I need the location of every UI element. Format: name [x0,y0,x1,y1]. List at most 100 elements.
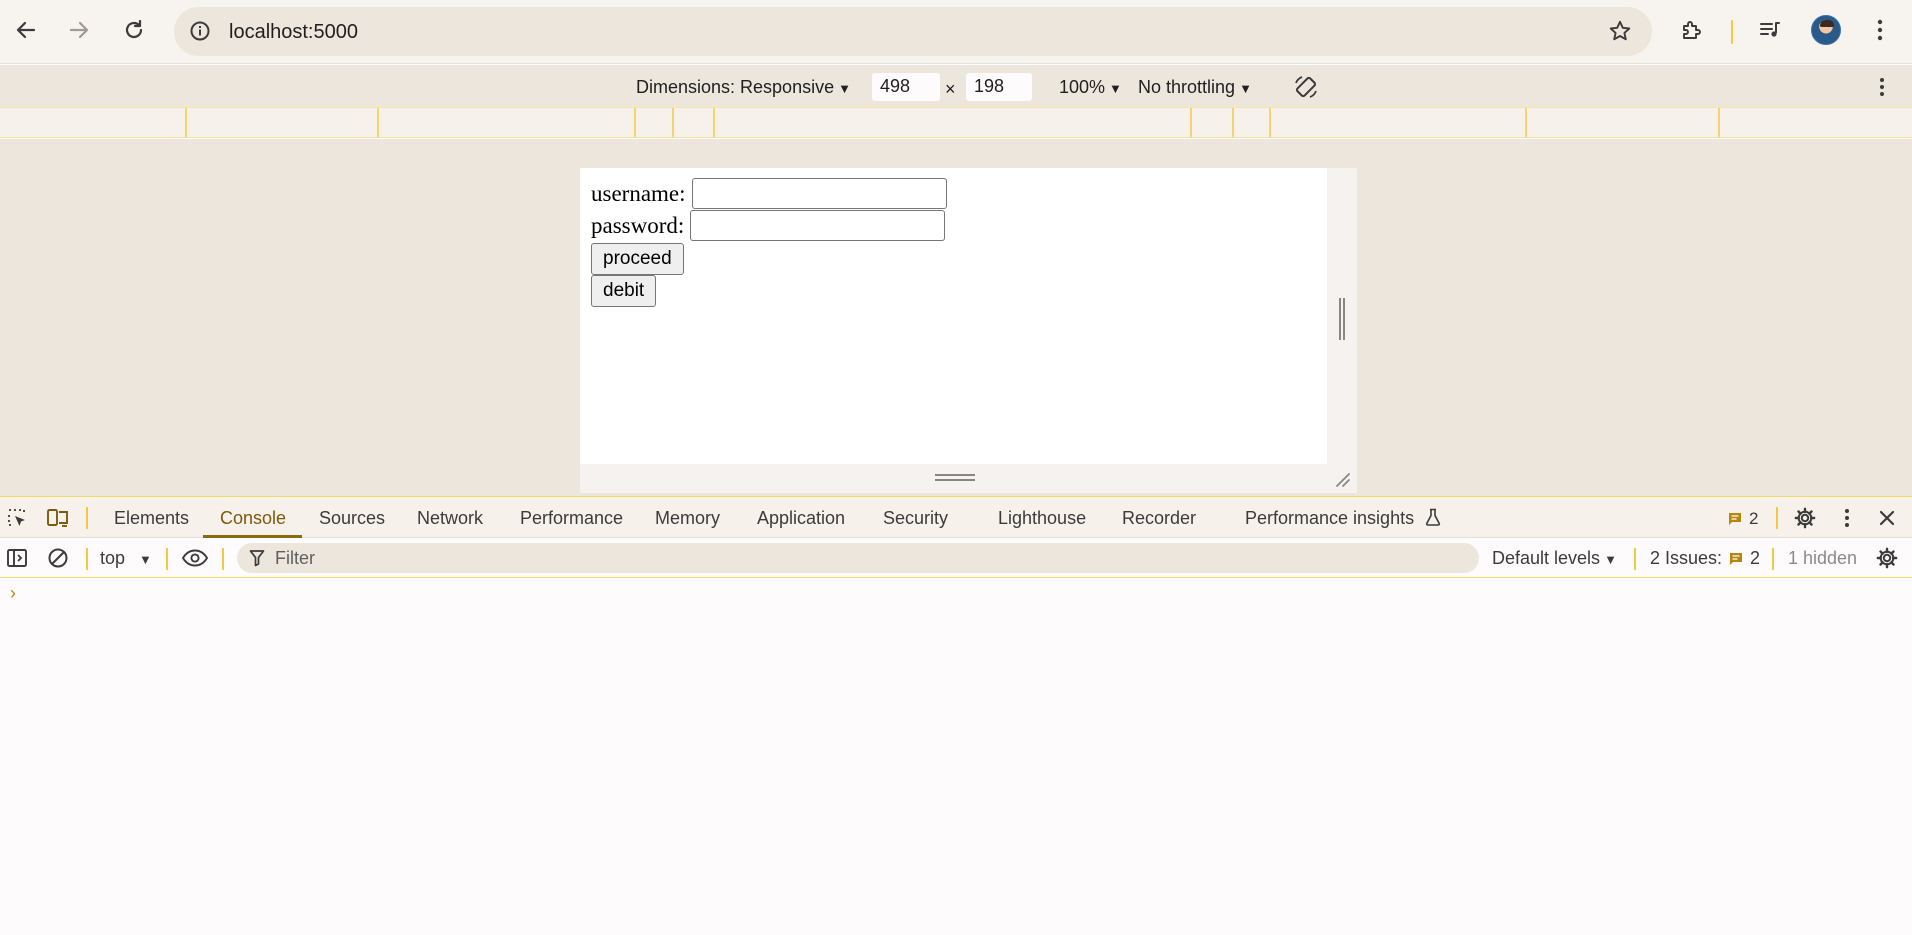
forward-button[interactable] [61,12,97,48]
username-label: username: [591,180,686,206]
media-query-marker[interactable] [1525,108,1527,137]
screen-rotation-icon [1295,76,1317,98]
media-query-marker[interactable] [672,108,674,137]
console-prompt[interactable]: › [10,583,16,604]
password-label: password: [591,212,685,238]
address-bar[interactable]: localhost:5000 [174,7,1652,56]
media-query-marker[interactable] [377,108,379,137]
filter-input[interactable] [275,545,1455,571]
tab-network[interactable]: Network [417,508,483,529]
throttling-label: No throttling [1138,77,1236,97]
media-query-marker[interactable] [1269,108,1271,137]
tab-performance[interactable]: Performance [520,508,623,529]
username-row: username: [591,178,947,209]
username-input[interactable] [691,178,947,209]
settings-button[interactable] [1791,504,1819,532]
bookmark-button[interactable] [1604,15,1636,47]
issues-count-button[interactable]: 2 Issues: 2 [1650,548,1760,569]
extensions-button[interactable] [1674,12,1710,48]
device-toolbar-more-button[interactable] [1870,73,1894,101]
media-query-marker[interactable] [185,108,187,137]
debit-button[interactable]: debit [591,275,657,307]
tab-recorder[interactable]: Recorder [1122,508,1196,529]
caret-down-icon: ▼ [838,81,851,96]
dimensions-dropdown[interactable]: Dimensions: Responsive ▼ [636,77,851,98]
device-toolbar: Dimensions: Responsive ▼ 498 × 198 100% ▼ … [0,65,1912,107]
issues-count-value: 2 [1750,548,1761,568]
toolbar-separator [1772,548,1774,570]
caret-down-icon: ▼ [139,552,152,567]
width-input[interactable]: 498 [872,73,940,101]
console-output[interactable]: › [0,578,1912,935]
back-button[interactable] [8,12,44,48]
caret-down-icon: ▼ [1109,81,1122,96]
console-filter[interactable] [237,543,1479,573]
media-query-marker[interactable] [1190,108,1192,137]
toolbar-separator [1634,548,1636,570]
toolbar-separator [222,548,224,570]
kebab-menu-icon [1880,78,1884,96]
media-controls-button[interactable] [1752,12,1788,48]
tab-security[interactable]: Security [883,508,948,529]
throttling-dropdown[interactable]: No throttling ▼ [1138,77,1252,98]
media-query-bar [0,107,1912,138]
tab-lighthouse[interactable]: Lighthouse [998,508,1086,529]
password-row: password: [591,210,946,241]
browser-menu-button[interactable] [1862,12,1898,48]
issues-badge[interactable]: 2 [1727,509,1758,529]
devtools-tab-bar: Elements Console Sources Network Perform… [0,496,1912,538]
filter-icon [249,550,265,567]
url-text[interactable]: localhost:5000 [229,21,358,44]
sidebar-icon [7,549,27,567]
issues-badge-count: 2 [1749,509,1759,528]
select-element-icon [8,509,25,526]
devtools-more-button[interactable] [1833,504,1861,532]
gear-icon [1794,507,1816,529]
toolbar-separator [166,548,168,570]
dimension-times: × [945,79,956,99]
tab-console[interactable]: Console [220,508,286,529]
info-icon [190,21,210,41]
star-icon [1609,20,1631,41]
tab-performance-insights[interactable]: Performance insights [1245,508,1441,529]
proceed-button[interactable]: proceed [591,243,684,275]
clear-console-button[interactable] [44,544,72,572]
toolbar-separator [1731,20,1733,44]
reload-icon [125,19,143,39]
corner-resize-icon[interactable] [1333,470,1351,488]
tab-elements[interactable]: Elements [114,508,189,529]
live-expression-button[interactable] [181,544,209,572]
zoom-dropdown[interactable]: 100% ▼ [1059,77,1122,98]
context-label: top [100,548,126,568]
tab-memory[interactable]: Memory [655,508,720,529]
close-icon [1879,510,1895,526]
device-toolbar-toggle[interactable] [44,504,72,532]
site-info-button[interactable] [184,15,216,47]
log-levels-dropdown[interactable]: Default levels ▼ [1492,548,1617,569]
close-devtools-button[interactable] [1873,504,1901,532]
profile-avatar[interactable] [1811,15,1841,45]
media-query-marker[interactable] [1718,108,1720,137]
caret-down-icon: ▼ [1604,552,1617,567]
media-query-marker[interactable] [634,108,636,137]
console-settings-button[interactable] [1873,544,1901,572]
password-input[interactable] [690,210,946,241]
height-resize-handle[interactable] [580,464,1357,493]
tab-application[interactable]: Application [757,508,845,529]
queue-music-icon [1760,22,1780,37]
width-resize-handle[interactable] [1327,168,1357,464]
log-levels-label: Default levels [1492,548,1601,568]
show-sidebar-button[interactable] [3,544,31,572]
flask-icon [1425,508,1441,526]
reload-button[interactable] [116,12,152,48]
media-query-marker[interactable] [1232,108,1234,137]
context-selector[interactable]: top ▼ [100,548,152,569]
grip-icon [935,474,975,481]
tab-sources[interactable]: Sources [319,508,385,529]
height-input[interactable]: 198 [966,73,1032,101]
rotate-button[interactable] [1290,73,1322,101]
arrow-right-icon [69,21,89,39]
media-query-marker[interactable] [713,108,715,137]
inspect-element-button[interactable] [3,504,31,532]
browser-toolbar: localhost:5000 [0,0,1912,64]
